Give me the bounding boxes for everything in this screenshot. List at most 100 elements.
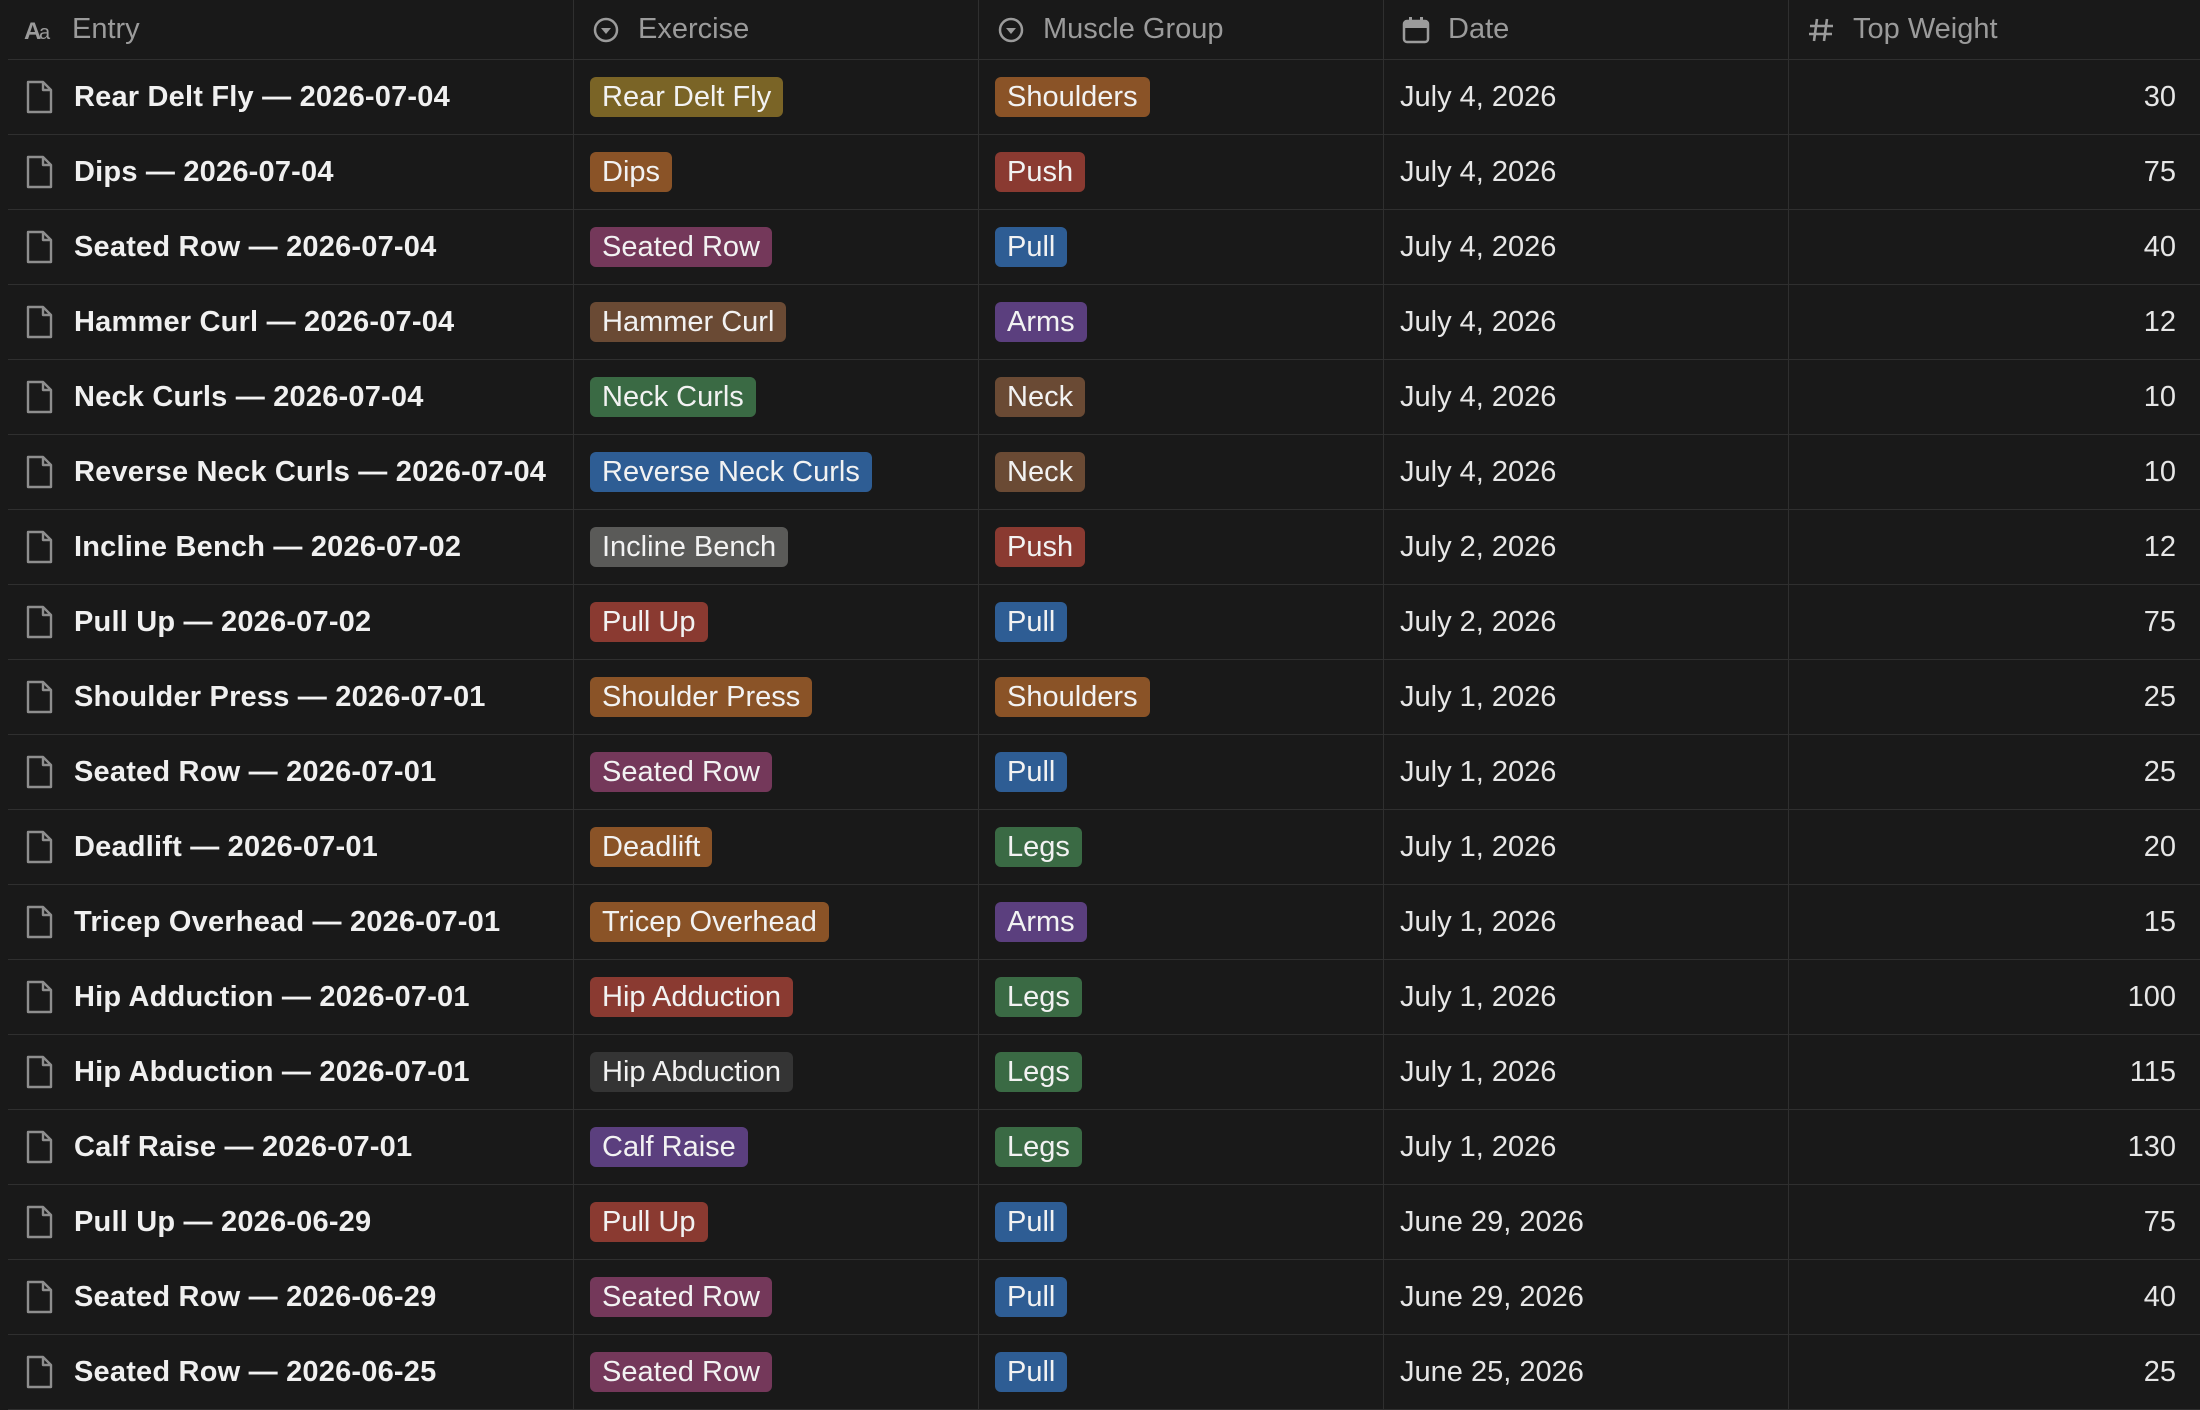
muscle-group-tag[interactable]: Legs <box>995 1127 1082 1167</box>
top-weight-cell[interactable]: 25 <box>1789 1335 2200 1409</box>
muscle-group-cell[interactable]: Arms <box>979 285 1384 359</box>
muscle-group-cell[interactable]: Pull <box>979 585 1384 659</box>
entry-title[interactable]: Shoulder Press — 2026-07-01 <box>74 681 486 714</box>
entry-title[interactable]: Hip Adduction — 2026-07-01 <box>74 981 470 1014</box>
muscle-group-cell[interactable]: Neck <box>979 435 1384 509</box>
top-weight-cell[interactable]: 75 <box>1789 585 2200 659</box>
entry-title[interactable]: Rear Delt Fly — 2026-07-04 <box>74 81 450 114</box>
table-row[interactable]: Seated Row — 2026-07-01 Seated Row Pull Jul… <box>8 735 2200 810</box>
exercise-tag[interactable]: Deadlift <box>590 827 713 867</box>
exercise-cell[interactable]: Hammer Curl <box>574 285 979 359</box>
muscle-group-cell[interactable]: Legs <box>979 1035 1384 1109</box>
muscle-group-cell[interactable]: Neck <box>979 360 1384 434</box>
top-weight-cell[interactable]: 75 <box>1789 135 2200 209</box>
entry-title[interactable]: Dips — 2026-07-04 <box>74 156 334 189</box>
exercise-cell[interactable]: Hip Adduction <box>574 960 979 1034</box>
entry-title[interactable]: Seated Row — 2026-07-04 <box>74 231 436 264</box>
muscle-group-tag[interactable]: Shoulders <box>995 677 1150 717</box>
table-row[interactable]: Hammer Curl — 2026-07-04 Hammer Curl Arms J… <box>8 285 2200 360</box>
column-header-muscle-group[interactable]: Muscle Group <box>979 0 1384 59</box>
muscle-group-tag[interactable]: Pull <box>995 602 1068 642</box>
entry-cell[interactable]: Hip Abduction — 2026-07-01 <box>8 1035 574 1109</box>
date-cell[interactable]: July 1, 2026 <box>1384 1035 1789 1109</box>
entry-cell[interactable]: Seated Row — 2026-07-04 <box>8 210 574 284</box>
date-cell[interactable]: July 1, 2026 <box>1384 660 1789 734</box>
date-cell[interactable]: June 29, 2026 <box>1384 1260 1789 1334</box>
muscle-group-tag[interactable]: Push <box>995 527 1086 567</box>
muscle-group-cell[interactable]: Legs <box>979 810 1384 884</box>
top-weight-cell[interactable]: 40 <box>1789 210 2200 284</box>
muscle-group-cell[interactable]: Push <box>979 135 1384 209</box>
exercise-tag[interactable]: Dips <box>590 152 673 192</box>
top-weight-cell[interactable]: 30 <box>1789 60 2200 134</box>
muscle-group-tag[interactable]: Neck <box>995 452 1086 492</box>
exercise-tag[interactable]: Seated Row <box>590 752 772 792</box>
entry-cell[interactable]: Calf Raise — 2026-07-01 <box>8 1110 574 1184</box>
table-row[interactable]: Seated Row — 2026-07-04 Seated Row Pull Jul… <box>8 210 2200 285</box>
entry-title[interactable]: Seated Row — 2026-06-29 <box>74 1281 436 1314</box>
table-row[interactable]: Seated Row — 2026-06-25 Seated Row Pull Jun… <box>8 1335 2200 1410</box>
muscle-group-tag[interactable]: Arms <box>995 902 1087 942</box>
date-cell[interactable]: July 1, 2026 <box>1384 1110 1789 1184</box>
entry-cell[interactable]: Reverse Neck Curls — 2026-07-04 <box>8 435 574 509</box>
exercise-cell[interactable]: Seated Row <box>574 735 979 809</box>
table-row[interactable]: Shoulder Press — 2026-07-01 Shoulder Pres… <box>8 660 2200 735</box>
table-row[interactable]: Seated Row — 2026-06-29 Seated Row Pull Jun… <box>8 1260 2200 1335</box>
exercise-tag[interactable]: Seated Row <box>590 227 772 267</box>
table-row[interactable]: Pull Up — 2026-07-02 Pull Up Pull July 2, 2… <box>8 585 2200 660</box>
table-row[interactable]: Incline Bench — 2026-07-02 Incline Bench P… <box>8 510 2200 585</box>
column-header-top-weight[interactable]: Top Weight <box>1789 0 2200 59</box>
table-row[interactable]: Rear Delt Fly — 2026-07-04 Rear Delt Fly S… <box>8 60 2200 135</box>
table-row[interactable]: Neck Curls — 2026-07-04 Neck Curls Neck Jul… <box>8 360 2200 435</box>
muscle-group-tag[interactable]: Pull <box>995 1277 1068 1317</box>
top-weight-cell[interactable]: 10 <box>1789 360 2200 434</box>
date-cell[interactable]: July 1, 2026 <box>1384 960 1789 1034</box>
entry-cell[interactable]: Pull Up — 2026-06-29 <box>8 1185 574 1259</box>
exercise-cell[interactable]: Deadlift <box>574 810 979 884</box>
muscle-group-cell[interactable]: Push <box>979 510 1384 584</box>
muscle-group-cell[interactable]: Pull <box>979 1260 1384 1334</box>
exercise-cell[interactable]: Neck Curls <box>574 360 979 434</box>
exercise-cell[interactable]: Dips <box>574 135 979 209</box>
date-cell[interactable]: July 4, 2026 <box>1384 60 1789 134</box>
entry-title[interactable]: Pull Up — 2026-06-29 <box>74 1206 371 1239</box>
entry-cell[interactable]: Shoulder Press — 2026-07-01 <box>8 660 574 734</box>
top-weight-cell[interactable]: 100 <box>1789 960 2200 1034</box>
muscle-group-tag[interactable]: Pull <box>995 227 1068 267</box>
muscle-group-cell[interactable]: Pull <box>979 1185 1384 1259</box>
exercise-cell[interactable]: Hip Abduction <box>574 1035 979 1109</box>
muscle-group-tag[interactable]: Pull <box>995 752 1068 792</box>
muscle-group-cell[interactable]: Legs <box>979 1110 1384 1184</box>
muscle-group-cell[interactable]: Shoulders <box>979 660 1384 734</box>
entry-cell[interactable]: Seated Row — 2026-07-01 <box>8 735 574 809</box>
exercise-tag[interactable]: Hammer Curl <box>590 302 787 342</box>
top-weight-cell[interactable]: 12 <box>1789 285 2200 359</box>
table-row[interactable]: Pull Up — 2026-06-29 Pull Up Pull June 29, … <box>8 1185 2200 1260</box>
entry-title[interactable]: Calf Raise — 2026-07-01 <box>74 1131 412 1164</box>
entry-cell[interactable]: Dips — 2026-07-04 <box>8 135 574 209</box>
entry-title[interactable]: Incline Bench — 2026-07-02 <box>74 531 461 564</box>
muscle-group-tag[interactable]: Legs <box>995 827 1082 867</box>
date-cell[interactable]: July 2, 2026 <box>1384 510 1789 584</box>
table-row[interactable]: Tricep Overhead — 2026-07-01 Tricep Overh… <box>8 885 2200 960</box>
exercise-tag[interactable]: Calf Raise <box>590 1127 748 1167</box>
exercise-tag[interactable]: Reverse Neck Curls <box>590 452 872 492</box>
top-weight-cell[interactable]: 10 <box>1789 435 2200 509</box>
top-weight-cell[interactable]: 115 <box>1789 1035 2200 1109</box>
date-cell[interactable]: July 4, 2026 <box>1384 285 1789 359</box>
entry-title[interactable]: Neck Curls — 2026-07-04 <box>74 381 424 414</box>
entry-cell[interactable]: Rear Delt Fly — 2026-07-04 <box>8 60 574 134</box>
muscle-group-tag[interactable]: Legs <box>995 977 1082 1017</box>
table-row[interactable]: Hip Adduction — 2026-07-01 Hip Adduction L… <box>8 960 2200 1035</box>
exercise-cell[interactable]: Rear Delt Fly <box>574 60 979 134</box>
date-cell[interactable]: July 4, 2026 <box>1384 210 1789 284</box>
exercise-cell[interactable]: Incline Bench <box>574 510 979 584</box>
entry-cell[interactable]: Tricep Overhead — 2026-07-01 <box>8 885 574 959</box>
entry-title[interactable]: Pull Up — 2026-07-02 <box>74 606 371 639</box>
date-cell[interactable]: July 1, 2026 <box>1384 885 1789 959</box>
exercise-tag[interactable]: Neck Curls <box>590 377 756 417</box>
exercise-tag[interactable]: Tricep Overhead <box>590 902 829 942</box>
exercise-cell[interactable]: Tricep Overhead <box>574 885 979 959</box>
date-cell[interactable]: June 25, 2026 <box>1384 1335 1789 1409</box>
exercise-tag[interactable]: Rear Delt Fly <box>590 77 784 117</box>
